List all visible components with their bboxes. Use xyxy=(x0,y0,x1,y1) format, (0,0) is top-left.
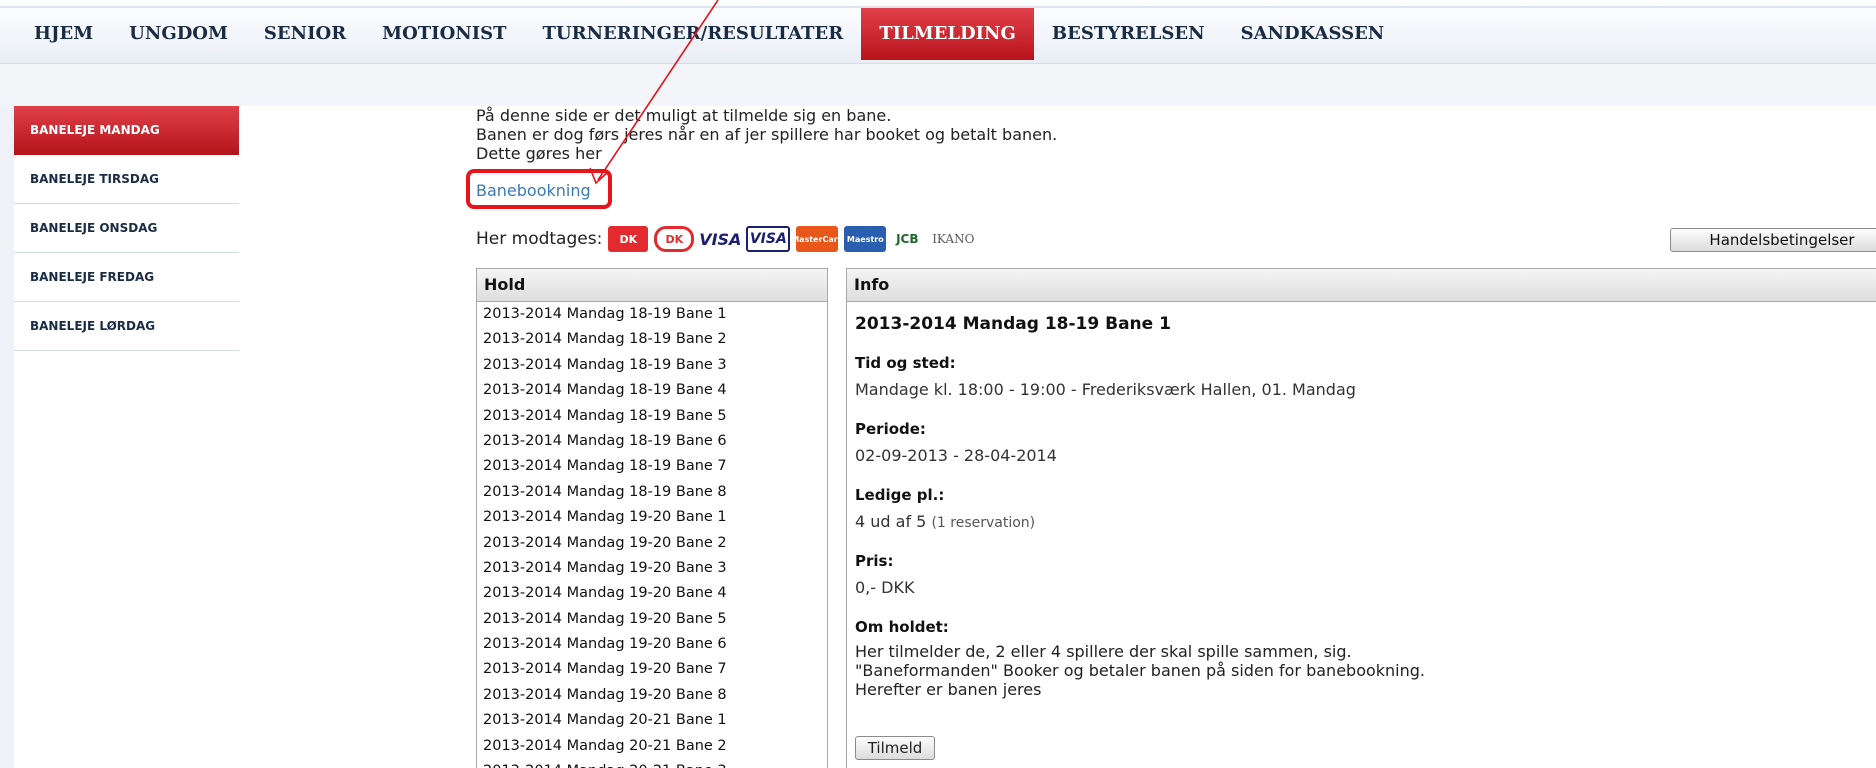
om-holdet-text: Her tilmelder de, 2 eller 4 spillere der… xyxy=(855,642,1425,699)
nav-item-ungdom[interactable]: UNGDOM xyxy=(111,8,246,60)
periode-value: 02-09-2013 - 28-04-2014 xyxy=(855,446,1057,465)
list-item[interactable]: 2013-2014 Mandag 18-19 Bane 3 xyxy=(477,353,827,378)
hold-header: Hold xyxy=(476,268,828,302)
list-item[interactable]: 2013-2014 Mandag 18-19 Bane 2 xyxy=(477,327,827,352)
list-item[interactable]: 2013-2014 Mandag 19-20 Bane 8 xyxy=(477,683,827,708)
list-item[interactable]: 2013-2014 Mandag 19-20 Bane 2 xyxy=(477,531,827,556)
list-item[interactable]: 2013-2014 Mandag 19-20 Bane 1 xyxy=(477,505,827,530)
ikano-icon: IKANO xyxy=(932,232,975,246)
sidebar-item-tirsdag[interactable]: BANELEJE TIRSDAG xyxy=(14,155,239,204)
ledige-value: 4 ud af 5 xyxy=(855,512,927,531)
list-item[interactable]: 2013-2014 Mandag 19-20 Bane 3 xyxy=(477,556,827,581)
ledige-label: Ledige pl.: xyxy=(855,486,945,504)
ledige-row: 4 ud af 5 (1 reservation) xyxy=(855,512,1035,531)
nav-item-motionist[interactable]: MOTIONIST xyxy=(364,8,524,60)
highlight-box xyxy=(466,169,612,209)
dankort-alt-icon: DK xyxy=(654,226,695,252)
tid-label: Tid og sted: xyxy=(855,354,956,372)
sidebar-item-mandag[interactable]: BANELEJE MANDAG xyxy=(14,106,239,155)
sidebar: BANELEJE MANDAG BANELEJE TIRSDAG BANELEJ… xyxy=(14,106,239,351)
visa-icon: VISA xyxy=(699,229,742,249)
dankort-icon: DK xyxy=(608,226,649,252)
om-line-3: Herefter er banen jeres xyxy=(855,680,1042,699)
top-navigation-bar: HJEM UNGDOM SENIOR MOTIONIST TURNERINGER… xyxy=(0,0,1876,64)
list-item[interactable]: 2013-2014 Mandag 18-19 Bane 6 xyxy=(477,429,827,454)
tid-value: Mandage kl. 18:00 - 19:00 - Frederiksvær… xyxy=(855,380,1356,399)
list-item[interactable]: 2013-2014 Mandag 18-19 Bane 8 xyxy=(477,480,827,505)
nav-item-tilmelding[interactable]: TILMELDING xyxy=(861,8,1034,60)
payment-methods: Her modtages: DK DK VISA VISA MasterCard… xyxy=(476,224,984,254)
handelsbetingelser-button[interactable]: Handelsbetingelser xyxy=(1670,228,1876,252)
periode-label: Periode: xyxy=(855,420,926,438)
sidebar-item-lordag[interactable]: BANELEJE LØRDAG xyxy=(14,302,239,351)
om-line-1: Her tilmelder de, 2 eller 4 spillere der… xyxy=(855,642,1352,661)
list-item[interactable]: 2013-2014 Mandag 19-20 Bane 7 xyxy=(477,657,827,682)
nav-item-hjem[interactable]: HJEM xyxy=(0,8,111,60)
reservation-note: (1 reservation) xyxy=(931,515,1036,531)
hold-list[interactable]: 2013-2014 Mandag 18-19 Bane 1 2013-2014 … xyxy=(476,302,828,768)
info-title: 2013-2014 Mandag 18-19 Bane 1 xyxy=(855,314,1171,334)
list-item[interactable]: 2013-2014 Mandag 20-21 Bane 3 xyxy=(477,759,827,768)
nav-item-senior[interactable]: SENIOR xyxy=(246,8,364,60)
nav-item-turneringer[interactable]: TURNERINGER/RESULTATER xyxy=(525,8,862,60)
info-panel: 2013-2014 Mandag 18-19 Bane 1 Tid og ste… xyxy=(846,302,1876,768)
om-line-2: "Baneformanden" Booker og betaler banen … xyxy=(855,661,1426,680)
tilmeld-button[interactable]: Tilmeld xyxy=(855,736,935,760)
nav-item-sandkassen[interactable]: SANDKASSEN xyxy=(1223,8,1403,60)
intro-line-2: Banen er dog førs jeres når en af jer sp… xyxy=(476,125,1058,144)
sidebar-item-fredag[interactable]: BANELEJE FREDAG xyxy=(14,253,239,302)
list-item[interactable]: 2013-2014 Mandag 19-20 Bane 6 xyxy=(477,632,827,657)
sub-bar xyxy=(0,64,1876,106)
maestro-icon: Maestro xyxy=(844,226,887,252)
pris-label: Pris: xyxy=(855,552,894,570)
list-item[interactable]: 2013-2014 Mandag 18-19 Bane 5 xyxy=(477,404,827,429)
list-item[interactable]: 2013-2014 Mandag 18-19 Bane 1 xyxy=(477,302,827,327)
list-item[interactable]: 2013-2014 Mandag 20-21 Bane 1 xyxy=(477,708,827,733)
nav-item-bestyrelsen[interactable]: BESTYRELSEN xyxy=(1034,8,1223,60)
list-item[interactable]: 2013-2014 Mandag 20-21 Bane 2 xyxy=(477,734,827,759)
jcb-icon: JCB xyxy=(896,232,919,246)
payment-label: Her modtages: xyxy=(476,229,603,249)
pris-value: 0,- DKK xyxy=(855,578,915,597)
visa-electron-icon: VISA xyxy=(746,226,791,252)
main-nav: HJEM UNGDOM SENIOR MOTIONIST TURNERINGER… xyxy=(0,8,1402,60)
list-item[interactable]: 2013-2014 Mandag 18-19 Bane 7 xyxy=(477,454,827,479)
intro-text: På denne side er det muligt at tilmelde … xyxy=(476,106,1057,163)
intro-line-1: På denne side er det muligt at tilmelde … xyxy=(476,106,892,125)
info-header: Info xyxy=(846,268,1876,302)
om-holdet-label: Om holdet: xyxy=(855,618,949,636)
list-item[interactable]: 2013-2014 Mandag 19-20 Bane 5 xyxy=(477,607,827,632)
intro-line-3: Dette gøres her xyxy=(476,144,602,163)
sidebar-item-onsdag[interactable]: BANELEJE ONSDAG xyxy=(14,204,239,253)
list-item[interactable]: 2013-2014 Mandag 18-19 Bane 4 xyxy=(477,378,827,403)
sidebar-edge xyxy=(0,106,14,768)
list-item[interactable]: 2013-2014 Mandag 19-20 Bane 4 xyxy=(477,581,827,606)
mastercard-icon: MasterCard xyxy=(791,226,843,252)
